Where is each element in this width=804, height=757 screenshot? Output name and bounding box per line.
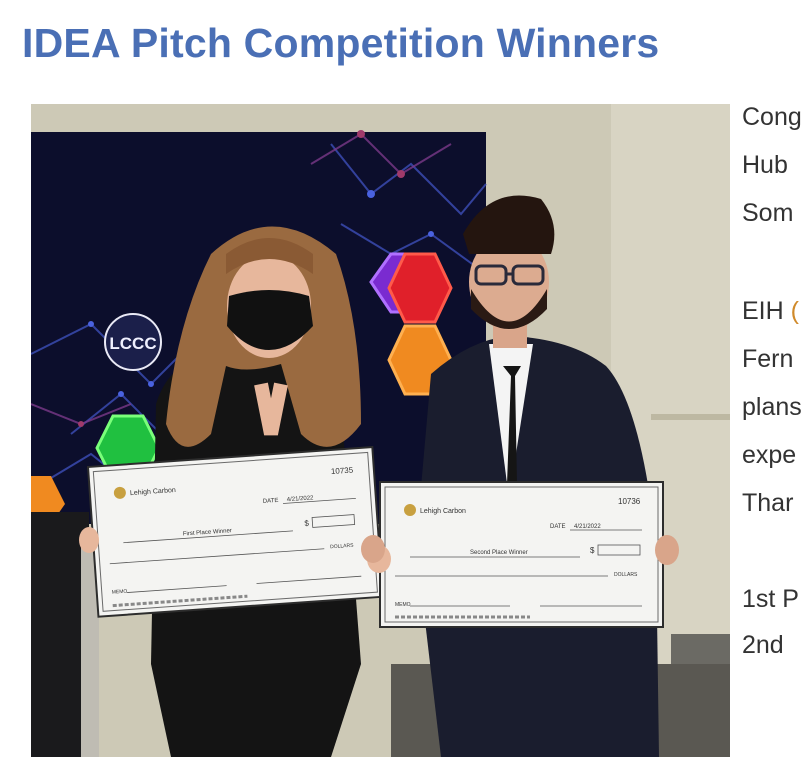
check-right-date: 4/21/2022 xyxy=(574,524,601,530)
lccc-logo-text: LCCC xyxy=(109,334,156,353)
article-line: Thar xyxy=(742,489,794,517)
check-right-memo-label: MEMO xyxy=(395,602,411,608)
check-right-number: 10736 xyxy=(618,497,641,506)
check-right-dollars-label: DOLLARS xyxy=(614,572,638,578)
check-right-date-label: DATE xyxy=(550,524,566,530)
article-line: Hub xyxy=(742,151,788,179)
article-line: Som xyxy=(742,199,794,227)
article-line: 2nd xyxy=(742,631,784,659)
check-right-bank: Lehigh Carbon xyxy=(420,508,466,515)
article-line: 1st P xyxy=(742,585,799,613)
check-right-dollar-sign: $ xyxy=(590,546,595,555)
article-line: plans xyxy=(742,393,802,421)
article-text: Cong Hub Som EIH ( Fern plans expe Thar … xyxy=(742,102,804,757)
check-right: Lehigh Carbon 10736 DATE 4/21/2022 Secon… xyxy=(379,481,664,628)
article-line: EIH ( xyxy=(742,297,799,325)
article-line: expe xyxy=(742,441,797,469)
check-left-memo-label: MEMO xyxy=(112,589,128,596)
lccc-logo: LCCC xyxy=(104,313,162,371)
check-left-date-label: DATE xyxy=(263,498,279,505)
winners-photo-illustration: LCCC Lehigh Carbon 10735 DATE 4/21/2022 … xyxy=(31,104,730,757)
article-link-fragment[interactable]: ( xyxy=(784,297,799,325)
article-line: Cong xyxy=(742,103,802,131)
check-left-number: 10735 xyxy=(331,465,354,476)
article-line: Fern xyxy=(742,345,794,373)
page-title: IDEA Pitch Competition Winners xyxy=(22,20,660,66)
check-right-payee: Second Place Winner xyxy=(470,550,528,556)
check-left: Lehigh Carbon 10735 DATE 4/21/2022 First… xyxy=(86,446,384,618)
podium xyxy=(31,512,89,757)
winners-photo: LCCC Lehigh Carbon 10735 DATE 4/21/2022 … xyxy=(31,104,730,757)
